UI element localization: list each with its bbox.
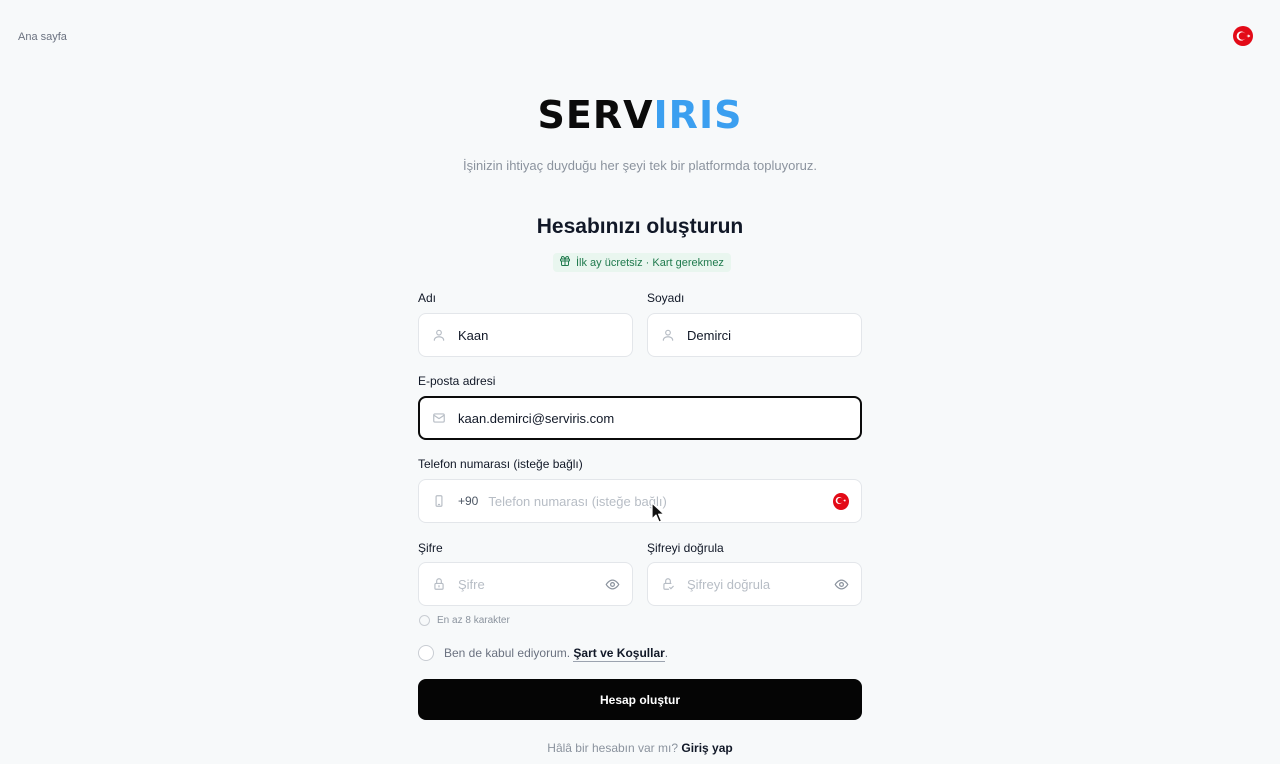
brand-logo-part2: IRIS [653, 93, 743, 137]
login-prompt-text: Hâlâ bir hesabın var mı? [547, 741, 679, 755]
eye-icon[interactable] [833, 576, 849, 592]
lock-icon [432, 577, 446, 591]
password-input[interactable]: Şifre [458, 577, 485, 592]
password-label: Şifre [418, 541, 443, 555]
email-input[interactable]: kaan.demirci@serviris.com [458, 411, 614, 426]
eye-icon[interactable] [604, 576, 620, 592]
last-name-input[interactable]: Demirci [687, 328, 731, 343]
home-link[interactable]: Ana sayfa [18, 31, 67, 43]
first-name-field[interactable]: Kaan [418, 313, 633, 357]
mail-icon [432, 411, 446, 425]
tagline: İşinizin ihtiyaç duyduğu her şeyi tek bi… [462, 158, 818, 173]
country-selector[interactable] [833, 492, 849, 510]
last-name-label: Soyadı [647, 291, 685, 305]
turkey-flag-icon [833, 492, 849, 510]
terms-prefix: Ben de kabul ediyorum. [444, 646, 571, 660]
phone-input[interactable]: Telefon numarası (isteğe bağlı) [488, 494, 666, 509]
country-code: +90 [458, 494, 479, 508]
user-icon [432, 328, 446, 342]
email-label: E-posta adresi [418, 374, 496, 388]
brand-logo-part1: SERV [537, 93, 654, 137]
mouse-cursor-icon [651, 502, 665, 523]
phone-field[interactable]: +90 Telefon numarası (isteğe bağlı) [418, 479, 862, 523]
terms-row: Ben de kabul ediyorum. Şart ve Koşullar. [418, 645, 669, 662]
terms-suffix: . [664, 646, 669, 660]
login-link[interactable]: Giriş yap [681, 741, 732, 755]
terms-link[interactable]: Şart ve Koşullar [573, 646, 665, 662]
phone-label: Telefon numarası (isteğe bağlı) [418, 457, 583, 471]
user-icon [661, 328, 675, 342]
password-hint-text: En az 8 karakter [437, 615, 510, 626]
requirement-status-icon [419, 615, 430, 626]
badge-text: İlk ay ücretsiz · Kart gerekmez [576, 256, 724, 269]
brand-logo: SERVIRIS [0, 92, 1280, 138]
password-field[interactable]: Şifre [418, 562, 633, 606]
turkey-flag-icon[interactable] [1233, 26, 1253, 46]
first-name-label: Adı [418, 291, 437, 305]
confirm-password-label: Şifreyi doğrula [647, 541, 724, 555]
lock-check-icon [661, 577, 675, 591]
phone-icon [432, 494, 446, 508]
terms-text: Ben de kabul ediyorum. Şart ve Koşullar. [444, 646, 669, 662]
confirm-password-input[interactable]: Şifreyi doğrula [687, 577, 770, 592]
gift-icon [559, 255, 571, 270]
email-field[interactable]: kaan.demirci@serviris.com [418, 396, 862, 440]
first-name-input[interactable]: Kaan [458, 328, 488, 343]
confirm-password-field[interactable]: Şifreyi doğrula [647, 562, 862, 606]
free-trial-badge: İlk ay ücretsiz · Kart gerekmez [553, 253, 731, 272]
login-prompt: Hâlâ bir hesabın var mı? Giriş yap [0, 741, 1280, 755]
page-title: Hesabınızı oluşturun [536, 215, 744, 238]
password-requirement: En az 8 karakter [419, 615, 510, 626]
create-account-button[interactable]: Hesap oluştur [418, 679, 862, 720]
last-name-field[interactable]: Demirci [647, 313, 862, 357]
terms-checkbox[interactable] [418, 645, 434, 661]
